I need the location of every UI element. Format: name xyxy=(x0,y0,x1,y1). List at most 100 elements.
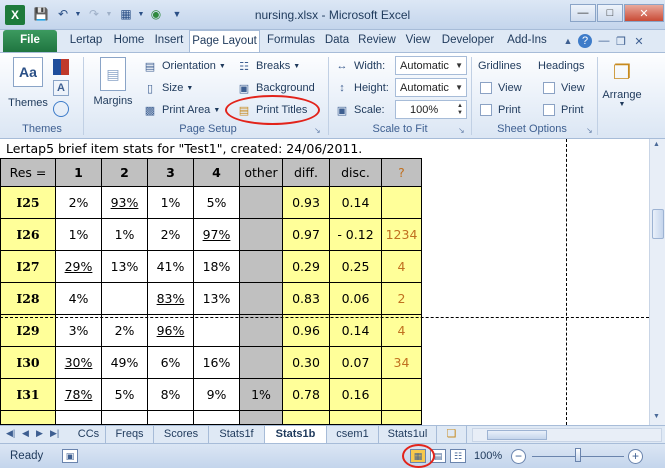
flag-cell[interactable]: 34 xyxy=(381,346,422,379)
option-cell[interactable]: 49% xyxy=(101,346,148,379)
keyed-option-cell[interactable]: 93% xyxy=(101,186,148,219)
flag-cell[interactable] xyxy=(381,186,422,219)
option-cell[interactable]: 1% xyxy=(101,218,148,251)
insert-sheet-icon[interactable]: ❏ xyxy=(437,426,467,443)
option-cell[interactable] xyxy=(101,410,148,425)
prev-sheet-icon[interactable]: ◀ xyxy=(22,428,29,439)
page-break-preview-icon[interactable]: ☷ xyxy=(450,449,466,463)
height-dropdown[interactable]: Automatic ▼ xyxy=(395,78,467,97)
item-id-cell[interactable]: I31 xyxy=(0,378,56,411)
option-cell[interactable]: 13% xyxy=(101,250,148,283)
vertical-scroll-thumb[interactable] xyxy=(652,209,664,239)
scroll-down-icon[interactable]: ▼ xyxy=(653,413,660,420)
header-cell[interactable]: 2 xyxy=(101,158,148,187)
other-cell[interactable] xyxy=(239,250,283,283)
option-cell[interactable]: 2% xyxy=(147,218,194,251)
window-minimize-icon[interactable]: — xyxy=(597,34,611,48)
header-cell[interactable]: ? xyxy=(381,158,422,187)
theme-effects-button[interactable] xyxy=(53,99,73,119)
disc-cell[interactable]: 0.07 xyxy=(329,346,382,379)
disc-cell[interactable]: 0.14 xyxy=(329,314,382,347)
flag-cell[interactable]: 2 xyxy=(381,282,422,315)
flag-cell[interactable] xyxy=(381,378,422,411)
header-cell[interactable]: 1 xyxy=(55,158,102,187)
diff-cell[interactable]: 0.30 xyxy=(282,346,330,379)
header-cell[interactable]: 3 xyxy=(147,158,194,187)
option-cell[interactable]: 2% xyxy=(55,186,102,219)
headings-view-checkbox[interactable]: View xyxy=(543,78,585,98)
window-restore-icon[interactable]: ❐ xyxy=(614,34,628,48)
item-id-cell[interactable]: I29 xyxy=(0,314,56,347)
item-id-cell[interactable]: I25 xyxy=(0,186,56,219)
disc-cell[interactable]: 0.14 xyxy=(329,186,382,219)
macro-record-icon[interactable]: ▣ xyxy=(62,449,78,463)
tab-lertap[interactable]: Lertap xyxy=(64,30,108,52)
sheet-tab-stats1ul[interactable]: Stats1ul xyxy=(379,426,437,443)
zoom-slider-thumb[interactable] xyxy=(575,448,581,462)
sheet-tab-freqs[interactable]: Freqs xyxy=(106,426,154,443)
theme-colors-button[interactable] xyxy=(53,57,73,77)
diff-cell[interactable]: 0.83 xyxy=(282,282,330,315)
sheet-tab-ccs[interactable]: CCs xyxy=(72,426,106,443)
tab-page-layout[interactable]: Page Layout xyxy=(189,30,260,52)
gridlines-view-checkbox[interactable]: View xyxy=(480,78,522,98)
other-cell[interactable] xyxy=(239,186,283,219)
flag-cell[interactable]: 1234 xyxy=(381,218,422,251)
scroll-up-icon[interactable]: ▲ xyxy=(653,141,660,148)
other-cell[interactable] xyxy=(239,314,283,347)
scale-to-fit-launcher-icon[interactable]: ↘ xyxy=(458,126,465,135)
option-cell[interactable]: 1% xyxy=(147,186,194,219)
theme-fonts-button[interactable]: A xyxy=(53,78,73,98)
size-button[interactable]: ▯ Size ▼ xyxy=(142,78,193,98)
diff-cell[interactable]: 0.93 xyxy=(282,186,330,219)
header-cell[interactable]: 4 xyxy=(193,158,240,187)
breaks-button[interactable]: ☷ Breaks ▼ xyxy=(236,56,300,76)
option-cell[interactable] xyxy=(101,282,148,315)
option-cell[interactable] xyxy=(193,410,240,425)
other-cell[interactable] xyxy=(239,346,283,379)
themes-button[interactable]: Aa Themes xyxy=(6,57,50,109)
keyed-option-cell[interactable]: 29% xyxy=(55,250,102,283)
orientation-button[interactable]: ▤ Orientation ▼ xyxy=(142,56,226,76)
option-cell[interactable] xyxy=(55,410,102,425)
diff-cell[interactable] xyxy=(282,410,330,425)
tab-formulas[interactable]: Formulas xyxy=(263,30,319,52)
diff-cell[interactable]: 0.96 xyxy=(282,314,330,347)
header-cell[interactable]: Res = xyxy=(0,158,56,187)
page-setup-launcher-icon[interactable]: ↘ xyxy=(314,126,321,135)
keyed-option-cell[interactable]: 96% xyxy=(147,314,194,347)
disc-cell[interactable] xyxy=(329,410,382,425)
tab-insert[interactable]: Insert xyxy=(150,30,188,52)
next-sheet-icon[interactable]: ▶ xyxy=(36,428,43,439)
flag-cell[interactable] xyxy=(381,410,422,425)
option-cell[interactable]: 2% xyxy=(101,314,148,347)
item-id-cell[interactable]: I26 xyxy=(0,218,56,251)
other-cell[interactable] xyxy=(239,410,283,425)
option-cell[interactable]: 8% xyxy=(147,378,194,411)
diff-cell[interactable]: 0.97 xyxy=(282,218,330,251)
item-id-cell[interactable]: I27 xyxy=(0,250,56,283)
disc-cell[interactable]: 0.25 xyxy=(329,250,382,283)
zoom-level[interactable]: 100% xyxy=(474,450,502,462)
width-dropdown[interactable]: Automatic ▼ xyxy=(395,56,467,75)
option-cell[interactable] xyxy=(147,410,194,425)
other-cell[interactable]: 1% xyxy=(239,378,283,411)
help-icon[interactable]: ? xyxy=(578,34,592,48)
option-cell[interactable]: 9% xyxy=(193,378,240,411)
horizontal-scroll-thumb[interactable] xyxy=(487,430,547,440)
spinner-arrows-icon[interactable]: ▲ ▼ xyxy=(457,103,463,117)
gridlines-print-checkbox[interactable]: Print xyxy=(480,100,521,120)
print-area-button[interactable]: ▩ Print Area ▼ xyxy=(142,100,220,120)
sheet-tab-stats1b[interactable]: Stats1b xyxy=(265,426,327,444)
keyed-option-cell[interactable]: 97% xyxy=(193,218,240,251)
option-cell[interactable]: 5% xyxy=(101,378,148,411)
sheet-tab-scores[interactable]: Scores xyxy=(154,426,209,443)
item-id-cell[interactable] xyxy=(0,410,56,425)
option-cell[interactable]: 1% xyxy=(55,218,102,251)
header-cell[interactable]: diff. xyxy=(282,158,330,187)
disc-cell[interactable]: - 0.12 xyxy=(329,218,382,251)
keyed-option-cell[interactable]: 83% xyxy=(147,282,194,315)
option-cell[interactable]: 5% xyxy=(193,186,240,219)
other-cell[interactable] xyxy=(239,218,283,251)
maximize-button[interactable]: □ xyxy=(597,4,623,22)
